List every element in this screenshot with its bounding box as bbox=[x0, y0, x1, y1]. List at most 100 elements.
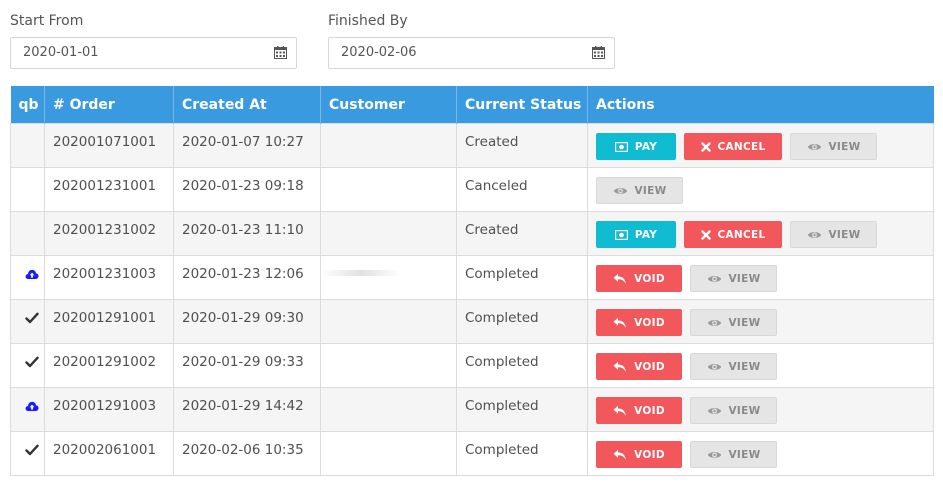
column-header-customer[interactable]: Customer bbox=[320, 86, 457, 124]
void-button[interactable]: VOID bbox=[596, 265, 682, 292]
created-at-cell: 2020-01-29 14:42 bbox=[173, 387, 321, 432]
view-button[interactable]: VIEW bbox=[690, 309, 777, 336]
status-cell-text: Created bbox=[465, 134, 519, 150]
column-header-order[interactable]: # Order bbox=[44, 86, 174, 124]
void-button-label: VOID bbox=[634, 360, 665, 373]
column-header-status[interactable]: Current Status bbox=[456, 86, 588, 124]
undo-icon bbox=[613, 273, 634, 285]
customer-cell bbox=[320, 167, 457, 212]
cancel-button[interactable]: CANCEL bbox=[684, 221, 782, 248]
pay-button-label: PAY bbox=[634, 140, 658, 153]
actions-cell: VOID VIEW bbox=[587, 431, 934, 476]
created-at-cell-text: 2020-01-29 09:30 bbox=[182, 310, 304, 326]
view-button-label: VIEW bbox=[634, 184, 667, 197]
actions-cell: VIEW bbox=[587, 167, 934, 212]
pay-button[interactable]: PAY bbox=[596, 133, 676, 160]
money-icon bbox=[614, 141, 635, 152]
customer-cell-text bbox=[329, 344, 456, 354]
view-button[interactable]: VIEW bbox=[690, 353, 777, 380]
view-button-label: VIEW bbox=[728, 272, 761, 285]
created-at-cell-text: 2020-01-23 12:06 bbox=[182, 266, 304, 282]
cancel-button-label: CANCEL bbox=[717, 228, 766, 241]
order-number-cell-text: 202002061001 bbox=[53, 442, 157, 458]
void-button[interactable]: VOID bbox=[596, 441, 682, 468]
status-cell: Completed bbox=[456, 431, 588, 476]
created-at-cell-text: 2020-01-23 09:18 bbox=[182, 178, 304, 194]
table-row: 202001071001 2020-01-07 10:27 Created PAY CA… bbox=[10, 123, 934, 168]
finish-date-input[interactable]: 2020-02-06 bbox=[328, 37, 615, 69]
order-number-cell-text: 202001231003 bbox=[53, 266, 157, 282]
void-button-label: VOID bbox=[634, 316, 665, 329]
customer-cell bbox=[320, 343, 457, 388]
start-date-input[interactable]: 2020-01-01 bbox=[10, 37, 297, 69]
status-cell: Created bbox=[456, 211, 588, 256]
eye-icon bbox=[707, 450, 729, 460]
check-icon bbox=[24, 312, 39, 328]
calendar-icon[interactable] bbox=[274, 46, 287, 59]
close-icon bbox=[700, 141, 718, 152]
close-icon bbox=[700, 229, 718, 240]
calendar-icon[interactable] bbox=[592, 46, 605, 59]
view-button[interactable]: VIEW bbox=[596, 177, 683, 204]
customer-cell-text bbox=[329, 124, 456, 134]
money-icon bbox=[614, 229, 635, 240]
created-at-cell: 2020-01-23 11:10 bbox=[173, 211, 321, 256]
column-header-created-at[interactable]: Created At bbox=[173, 86, 321, 124]
undo-icon bbox=[613, 361, 634, 373]
void-button[interactable]: VOID bbox=[596, 309, 682, 336]
void-button-label: VOID bbox=[634, 448, 665, 461]
column-header-actions: Actions bbox=[587, 86, 934, 124]
order-number-cell: 202001291002 bbox=[44, 343, 174, 388]
status-cell-text: Completed bbox=[465, 266, 539, 282]
order-number-cell-text: 202001071001 bbox=[53, 134, 157, 150]
eye-icon bbox=[807, 230, 829, 240]
view-button[interactable]: VIEW bbox=[690, 265, 777, 292]
status-cell-text: Completed bbox=[465, 310, 539, 326]
customer-cell bbox=[320, 299, 457, 344]
status-cell: Canceled bbox=[456, 167, 588, 212]
qb-sync-cell bbox=[10, 343, 45, 388]
undo-icon bbox=[613, 405, 634, 417]
pay-button-label: PAY bbox=[634, 228, 658, 241]
created-at-cell-text: 2020-02-06 10:35 bbox=[182, 442, 304, 458]
qb-sync-cell bbox=[10, 211, 45, 256]
eye-icon bbox=[707, 318, 729, 328]
view-button-label: VIEW bbox=[828, 140, 861, 153]
order-number-cell: 202002061001 bbox=[44, 431, 174, 476]
view-button-label: VIEW bbox=[728, 404, 761, 417]
view-button[interactable]: VIEW bbox=[690, 441, 777, 468]
void-button-label: VOID bbox=[634, 404, 665, 417]
column-header-qb[interactable]: qb bbox=[10, 86, 45, 124]
customer-cell bbox=[320, 211, 457, 256]
cancel-button[interactable]: CANCEL bbox=[684, 133, 782, 160]
undo-icon bbox=[613, 449, 634, 461]
created-at-cell-text: 2020-01-07 10:27 bbox=[182, 134, 304, 150]
status-cell: Completed bbox=[456, 343, 588, 388]
table-row: 202001231003 2020-01-23 12:06 Completed VOI… bbox=[10, 255, 934, 300]
created-at-cell: 2020-02-06 10:35 bbox=[173, 431, 321, 476]
status-cell: Completed bbox=[456, 299, 588, 344]
view-button[interactable]: VIEW bbox=[790, 221, 877, 248]
view-button[interactable]: VIEW bbox=[790, 133, 877, 160]
table-row: 202001291003 2020-01-29 14:42 Completed VOI… bbox=[10, 387, 934, 432]
created-at-cell: 2020-01-29 09:30 bbox=[173, 299, 321, 344]
check-icon bbox=[24, 444, 39, 460]
view-button[interactable]: VIEW bbox=[690, 397, 777, 424]
customer-cell-text bbox=[329, 300, 456, 310]
view-button-label: VIEW bbox=[728, 316, 761, 329]
pay-button[interactable]: PAY bbox=[596, 221, 676, 248]
table-row: 202001291001 2020-01-29 09:30 Completed VOI… bbox=[10, 299, 934, 344]
table-header-row: qb # Order Created At Customer Current S… bbox=[10, 86, 934, 124]
table-row: 202002061001 2020-02-06 10:35 Completed VOI… bbox=[10, 431, 934, 476]
check-icon bbox=[24, 356, 39, 372]
status-cell-text: Created bbox=[465, 222, 519, 238]
view-button-label: VIEW bbox=[828, 228, 861, 241]
order-number-cell: 202001231002 bbox=[44, 211, 174, 256]
status-cell-text: Completed bbox=[465, 398, 539, 414]
cloud-upload-icon bbox=[25, 400, 39, 416]
void-button[interactable]: VOID bbox=[596, 397, 682, 424]
void-button[interactable]: VOID bbox=[596, 353, 682, 380]
actions-cell: VOID VIEW bbox=[587, 255, 934, 300]
customer-cell bbox=[320, 387, 457, 432]
void-button-label: VOID bbox=[634, 272, 665, 285]
